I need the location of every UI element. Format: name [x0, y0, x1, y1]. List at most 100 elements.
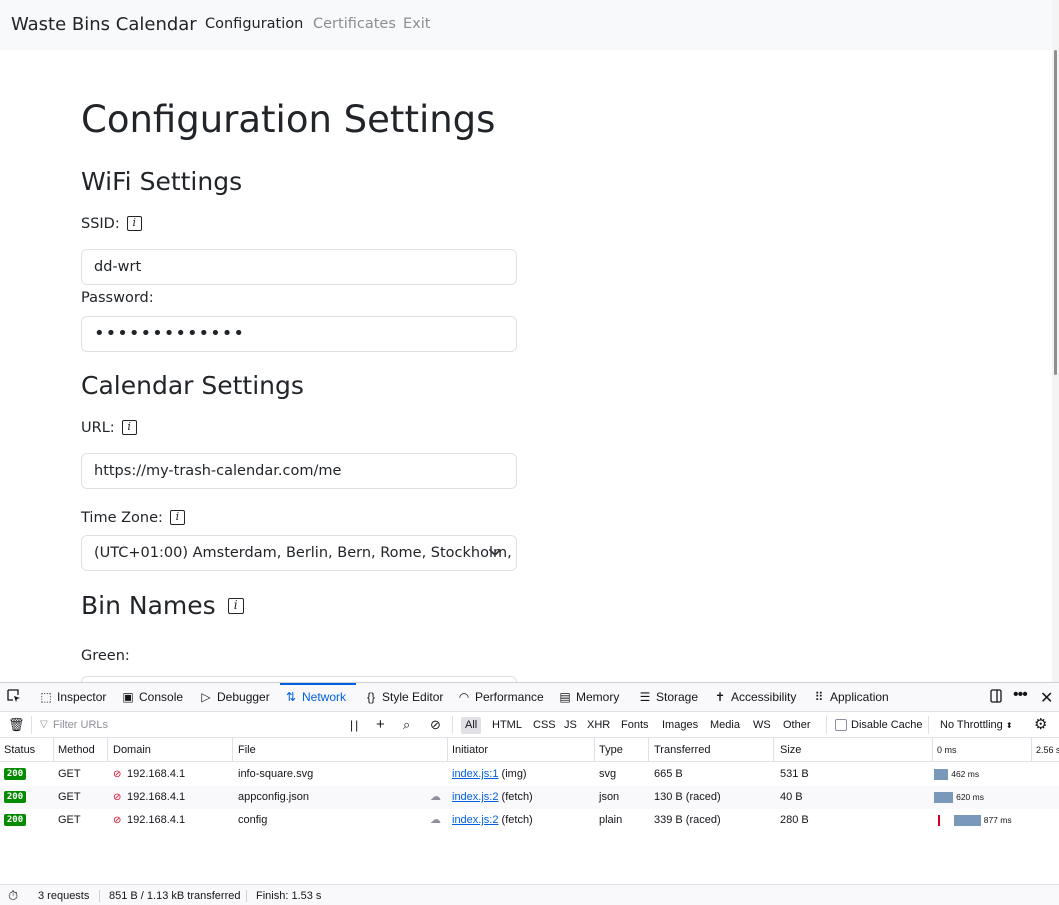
accessibility-icon: ✝ [714, 690, 726, 704]
row-domain: 192.168.4.1 [127, 814, 186, 826]
tab-performance[interactable]: ◠ Performance [457, 683, 544, 712]
password-input[interactable]: ••••••••••••• [81, 316, 517, 352]
row-size: 280 B [780, 814, 809, 826]
row-file: info-square.svg [238, 768, 314, 780]
tab-inspector[interactable]: ⬚ Inspector [39, 683, 106, 712]
column-separator [773, 738, 774, 762]
initiator-link[interactable]: index.js:1 [452, 768, 498, 780]
row-size: 40 B [780, 791, 803, 803]
more-options-icon[interactable]: ••• [1013, 686, 1028, 704]
filter-all-button[interactable]: All [461, 717, 482, 734]
timezone-info-icon[interactable]: i [169, 509, 185, 525]
filter-media-button[interactable]: Media [706, 717, 744, 734]
column-separator [932, 738, 933, 762]
url-info-icon[interactable]: i [121, 419, 137, 435]
waterfall-bar [934, 769, 949, 780]
tab-debugger[interactable]: ▷ Debugger [199, 683, 269, 712]
status-badge: 200 [4, 814, 26, 826]
timezone-selected-value: (UTC+01:00) Amsterdam, Berlin, Bern, Rom… [94, 545, 517, 561]
network-toolbar: 🗑 ▽ Filter URLs || + ⌕ ⊘ All HTML CSS JS… [0, 712, 1059, 738]
pause-icon[interactable]: || [350, 712, 360, 738]
insecure-lock-icon: ⊘ [113, 792, 122, 803]
filter-other-button[interactable]: Other [779, 717, 815, 734]
column-transferred[interactable]: Transferred [654, 738, 710, 762]
wifi-settings-heading: WiFi Settings [81, 167, 243, 196]
page-scrollbar-thumb[interactable] [1054, 50, 1057, 375]
column-type[interactable]: Type [599, 738, 623, 762]
filter-fonts-button[interactable]: Fonts [617, 717, 653, 734]
tab-accessibility[interactable]: ✝ Accessibility [713, 683, 796, 712]
bin-names-info-icon[interactable]: i [227, 598, 244, 614]
nav-link-certificates[interactable]: Certificates [313, 16, 396, 32]
console-icon: ▣ [122, 690, 134, 704]
ssid-info-icon[interactable]: i [126, 215, 142, 231]
navbar-brand[interactable]: Waste Bins Calendar [11, 14, 197, 35]
search-icon[interactable]: ⌕ [403, 712, 410, 738]
disable-cache-checkbox[interactable] [835, 719, 847, 731]
column-file[interactable]: File [238, 738, 256, 762]
requests-table-header: Status Method Domain File Initiator Type… [0, 738, 1059, 762]
filter-images-button[interactable]: Images [658, 717, 702, 734]
trash-icon[interactable]: 🗑 [8, 712, 25, 738]
add-request-icon[interactable]: + [376, 712, 385, 738]
tab-application[interactable]: ⠿ Application [812, 683, 889, 712]
password-label: Password: [81, 290, 154, 306]
tab-memory[interactable]: ▤ Memory [558, 683, 619, 712]
filter-ws-button[interactable]: WS [749, 717, 775, 734]
column-initiator[interactable]: Initiator [452, 738, 488, 762]
table-row[interactable]: 200 GET ⊘ 192.168.4.1 appconfig.json ☁ i… [0, 786, 1059, 809]
filter-xhr-button[interactable]: XHR [583, 717, 614, 734]
column-separator [107, 738, 108, 762]
tab-network[interactable]: ⇅ Network [284, 683, 346, 712]
calendar-settings-heading: Calendar Settings [81, 371, 304, 400]
nav-link-configuration[interactable]: Configuration [205, 16, 303, 32]
nav-link-exit[interactable]: Exit [403, 16, 430, 32]
dock-toggle-icon[interactable] [989, 689, 1003, 706]
ssid-input[interactable]: dd-wrt [81, 249, 517, 285]
insecure-lock-icon: ⊘ [113, 769, 122, 780]
filter-js-button[interactable]: JS [560, 717, 581, 734]
tab-console[interactable]: ▣ Console [121, 683, 183, 712]
column-separator [594, 738, 595, 762]
inspector-icon: ⬚ [40, 690, 52, 704]
block-icon[interactable]: ⊘ [430, 712, 441, 738]
tab-storage[interactable]: ☰ Storage [638, 683, 698, 712]
row-file: appconfig.json [238, 791, 309, 803]
gear-icon[interactable]: ⚙ [1034, 712, 1047, 738]
element-picker-icon[interactable] [7, 689, 21, 706]
waterfall-start-marker [937, 815, 940, 826]
table-row[interactable]: 200 GET ⊘ 192.168.4.1 config ☁ index.js:… [0, 809, 1059, 832]
column-domain[interactable]: Domain [113, 738, 151, 762]
close-icon[interactable]: ✕ [1040, 688, 1053, 708]
toolbar-separator [452, 716, 453, 734]
tab-style-editor[interactable]: {} Style Editor [364, 683, 443, 712]
race-icon: ☁ [430, 814, 441, 826]
initiator-link[interactable]: index.js:2 [452, 791, 498, 803]
row-type: plain [599, 814, 623, 826]
url-input[interactable]: https://my-trash-calendar.com/me [81, 453, 517, 489]
debugger-icon: ▷ [201, 690, 211, 704]
updown-caret-icon: ⬍ [1005, 721, 1013, 730]
initiator-link[interactable]: index.js:2 [452, 814, 498, 826]
column-size[interactable]: Size [780, 738, 801, 762]
filter-css-button[interactable]: CSS [529, 717, 560, 734]
filter-urls-input[interactable]: Filter URLs [53, 712, 108, 738]
throttling-select[interactable]: No Throttling ⬍ [940, 712, 1013, 738]
network-icon: ⇅ [285, 690, 297, 704]
request-count: 3 requests [38, 890, 90, 902]
column-method[interactable]: Method [58, 738, 95, 762]
stopwatch-icon: ⏱ [8, 888, 19, 903]
waterfall-bar [934, 792, 954, 803]
filter-html-button[interactable]: HTML [488, 717, 526, 734]
status-badge: 200 [4, 768, 26, 780]
table-row[interactable]: 200 GET ⊘ 192.168.4.1 info-square.svg in… [0, 763, 1059, 786]
timeline-end-label: 2.56 s [1036, 745, 1059, 755]
url-label: URL: i [81, 419, 137, 436]
timezone-select[interactable]: (UTC+01:00) Amsterdam, Berlin, Bern, Rom… [81, 535, 517, 571]
row-method: GET [58, 814, 81, 826]
navbar: Waste Bins Calendar Configuration Certif… [0, 0, 1052, 50]
column-status[interactable]: Status [4, 738, 35, 762]
statusbar-separator [246, 890, 247, 902]
disable-cache-label[interactable]: Disable Cache [851, 712, 923, 738]
row-domain: 192.168.4.1 [127, 791, 186, 803]
